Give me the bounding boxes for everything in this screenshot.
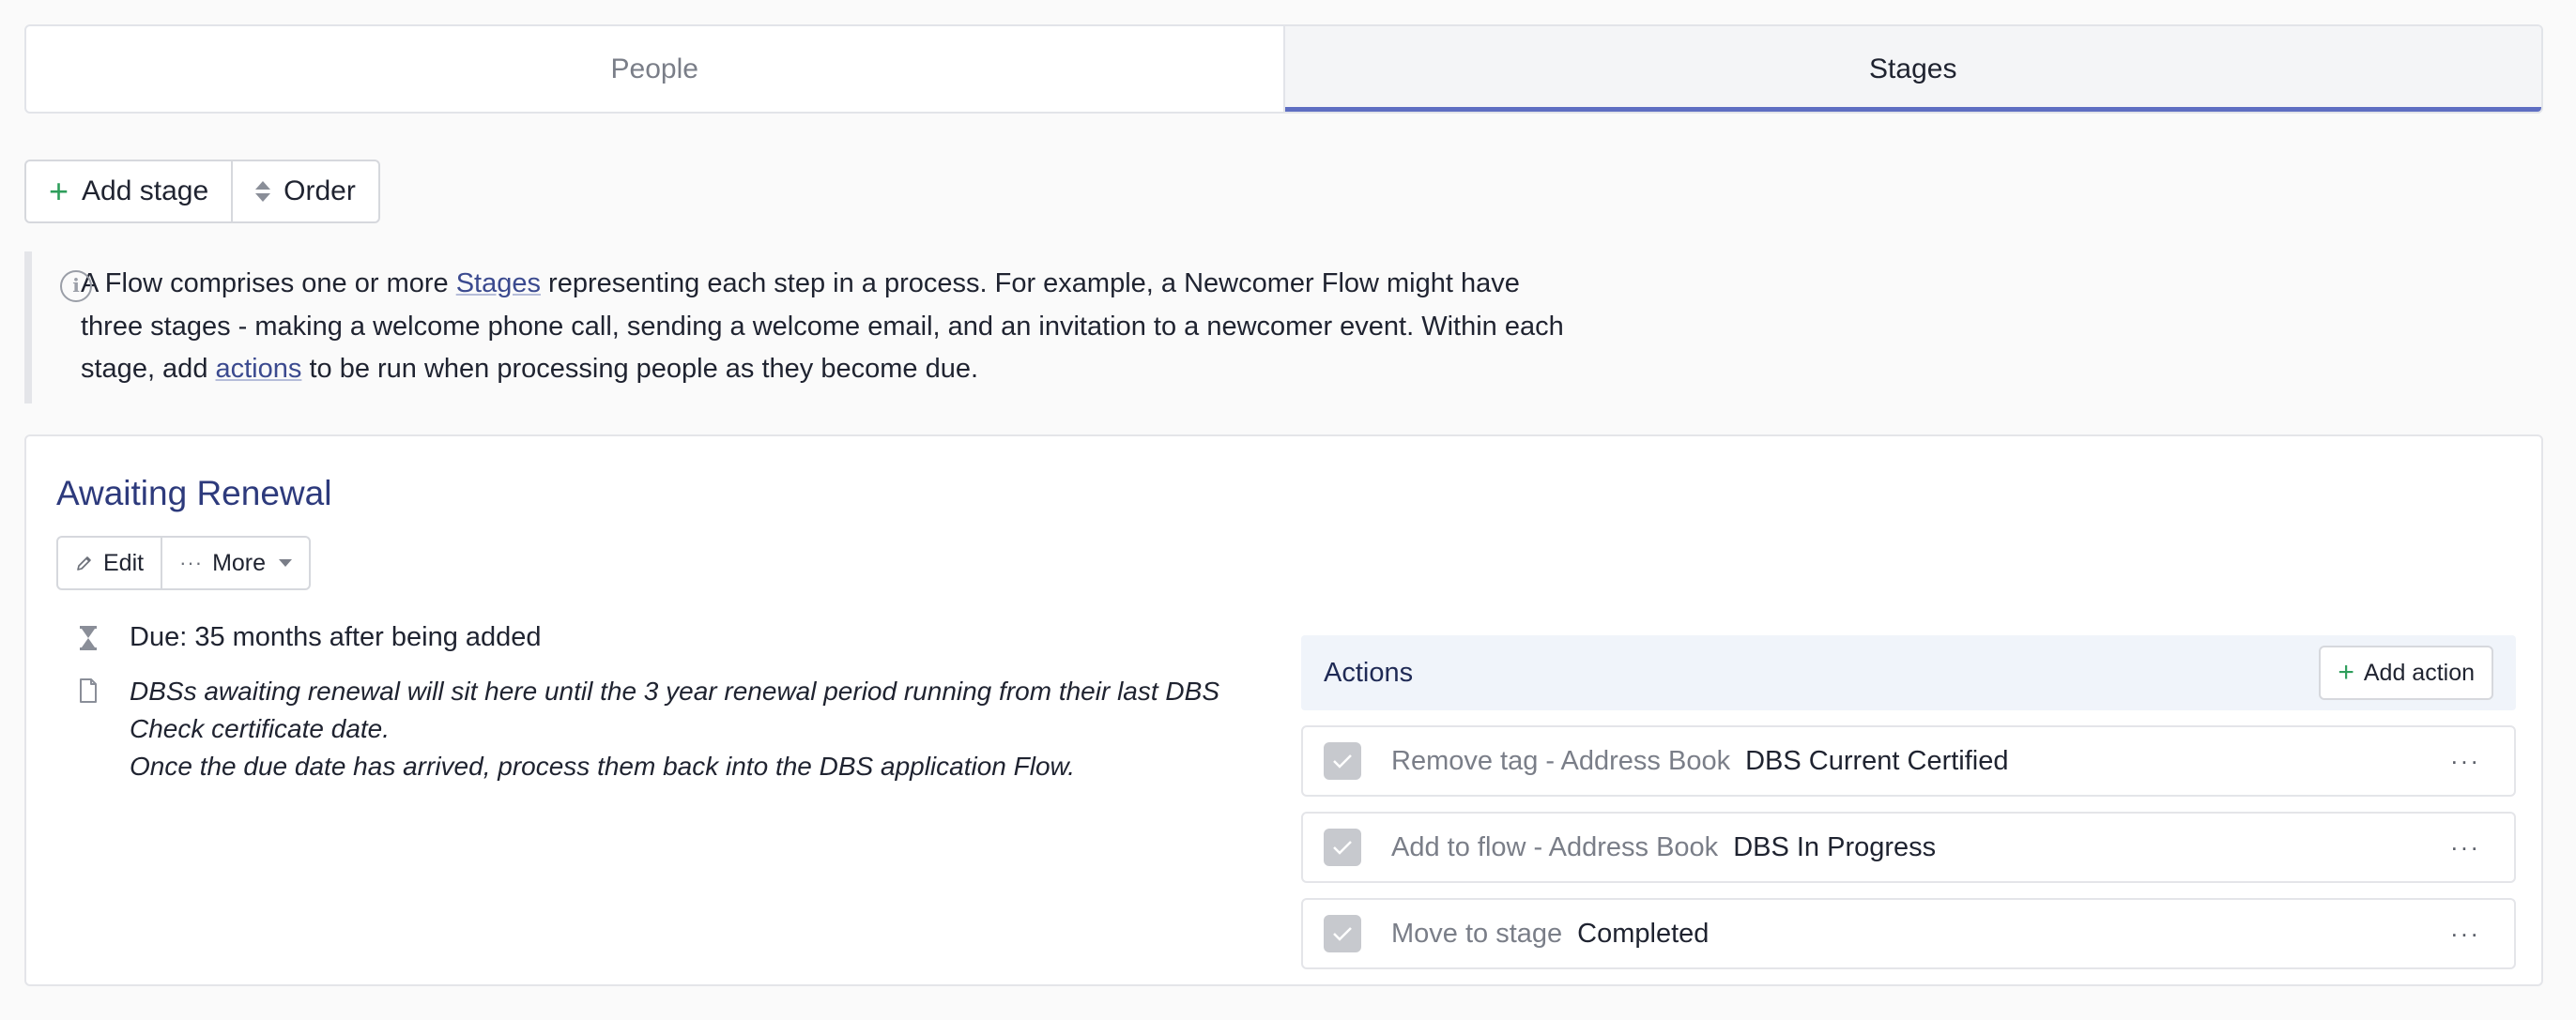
stage-description: DBSs awaiting renewal will sit here unti… <box>79 673 1284 785</box>
action-row: Remove tag - Address Book DBS Current Ce… <box>1301 725 2516 797</box>
description-line-1: DBSs awaiting renewal will sit here unti… <box>130 677 1227 743</box>
info-callout: i A Flow comprises one or more Stages re… <box>24 251 1583 403</box>
action-value: DBS In Progress <box>1733 831 1937 862</box>
chevron-down-icon <box>279 559 293 567</box>
ellipsis-icon: ··· <box>179 551 204 574</box>
pencil-icon <box>77 556 91 571</box>
ellipsis-icon[interactable]: ··· <box>2450 920 2480 949</box>
actions-title: Actions <box>1324 657 1414 688</box>
actions-panel: Actions + Add action Remove tag - Addres… <box>1301 635 2516 969</box>
action-row: Add to flow - Address Book DBS In Progre… <box>1301 812 2516 883</box>
sort-icon <box>255 181 271 202</box>
action-type: Move to stage <box>1391 918 1563 949</box>
checkbox[interactable] <box>1324 829 1361 866</box>
actions-link[interactable]: actions <box>216 354 302 384</box>
add-stage-label: Add stage <box>82 175 209 206</box>
stage-toolbar: + Add stage Order <box>24 160 380 223</box>
action-value: DBS Current Certified <box>1745 745 2009 776</box>
action-type: Add to flow - Address Book <box>1391 831 1719 862</box>
stage-title: Awaiting Renewal <box>56 474 332 512</box>
action-value: Completed <box>1577 918 1710 949</box>
hourglass-icon <box>80 625 97 650</box>
actions-header: Actions + Add action <box>1301 635 2516 710</box>
action-type: Remove tag - Address Book <box>1391 745 1731 776</box>
stage-controls: Edit ··· More <box>56 536 312 590</box>
edit-button[interactable]: Edit <box>58 538 161 588</box>
order-button[interactable]: Order <box>231 161 378 221</box>
check-icon <box>1333 927 1352 941</box>
plus-icon: + <box>49 172 69 210</box>
document-icon <box>80 678 97 703</box>
add-stage-button[interactable]: + Add stage <box>26 161 231 221</box>
checkbox[interactable] <box>1324 915 1361 952</box>
info-text-3: to be run when processing people as they… <box>301 354 979 384</box>
plus-icon: + <box>2338 657 2354 688</box>
ellipsis-icon[interactable]: ··· <box>2450 833 2480 862</box>
due-info: Due: 35 months after being added <box>79 622 542 653</box>
add-action-label: Add action <box>2363 659 2475 686</box>
stage-card: Awaiting Renewal Edit ··· More Due: 35 m… <box>24 434 2543 986</box>
tab-bar: People Stages <box>24 24 2543 114</box>
check-icon <box>1333 841 1352 855</box>
tab-people[interactable]: People <box>26 26 1283 112</box>
more-label: More <box>212 549 267 576</box>
info-icon: i <box>60 270 92 302</box>
due-text: Due: 35 months after being added <box>130 622 542 652</box>
edit-label: Edit <box>103 549 145 576</box>
add-action-button[interactable]: + Add action <box>2319 646 2493 700</box>
stages-link[interactable]: Stages <box>456 268 541 298</box>
description-line-2: Once the due date has arrived, process t… <box>130 752 1076 781</box>
more-button[interactable]: ··· More <box>161 538 309 588</box>
info-text-1: A Flow comprises one or more <box>81 268 456 298</box>
action-row: Move to stage Completed ··· <box>1301 898 2516 969</box>
check-icon <box>1333 754 1352 769</box>
ellipsis-icon[interactable]: ··· <box>2450 747 2480 776</box>
tab-stages[interactable]: Stages <box>1282 26 2541 112</box>
order-label: Order <box>284 175 356 206</box>
checkbox[interactable] <box>1324 742 1361 780</box>
